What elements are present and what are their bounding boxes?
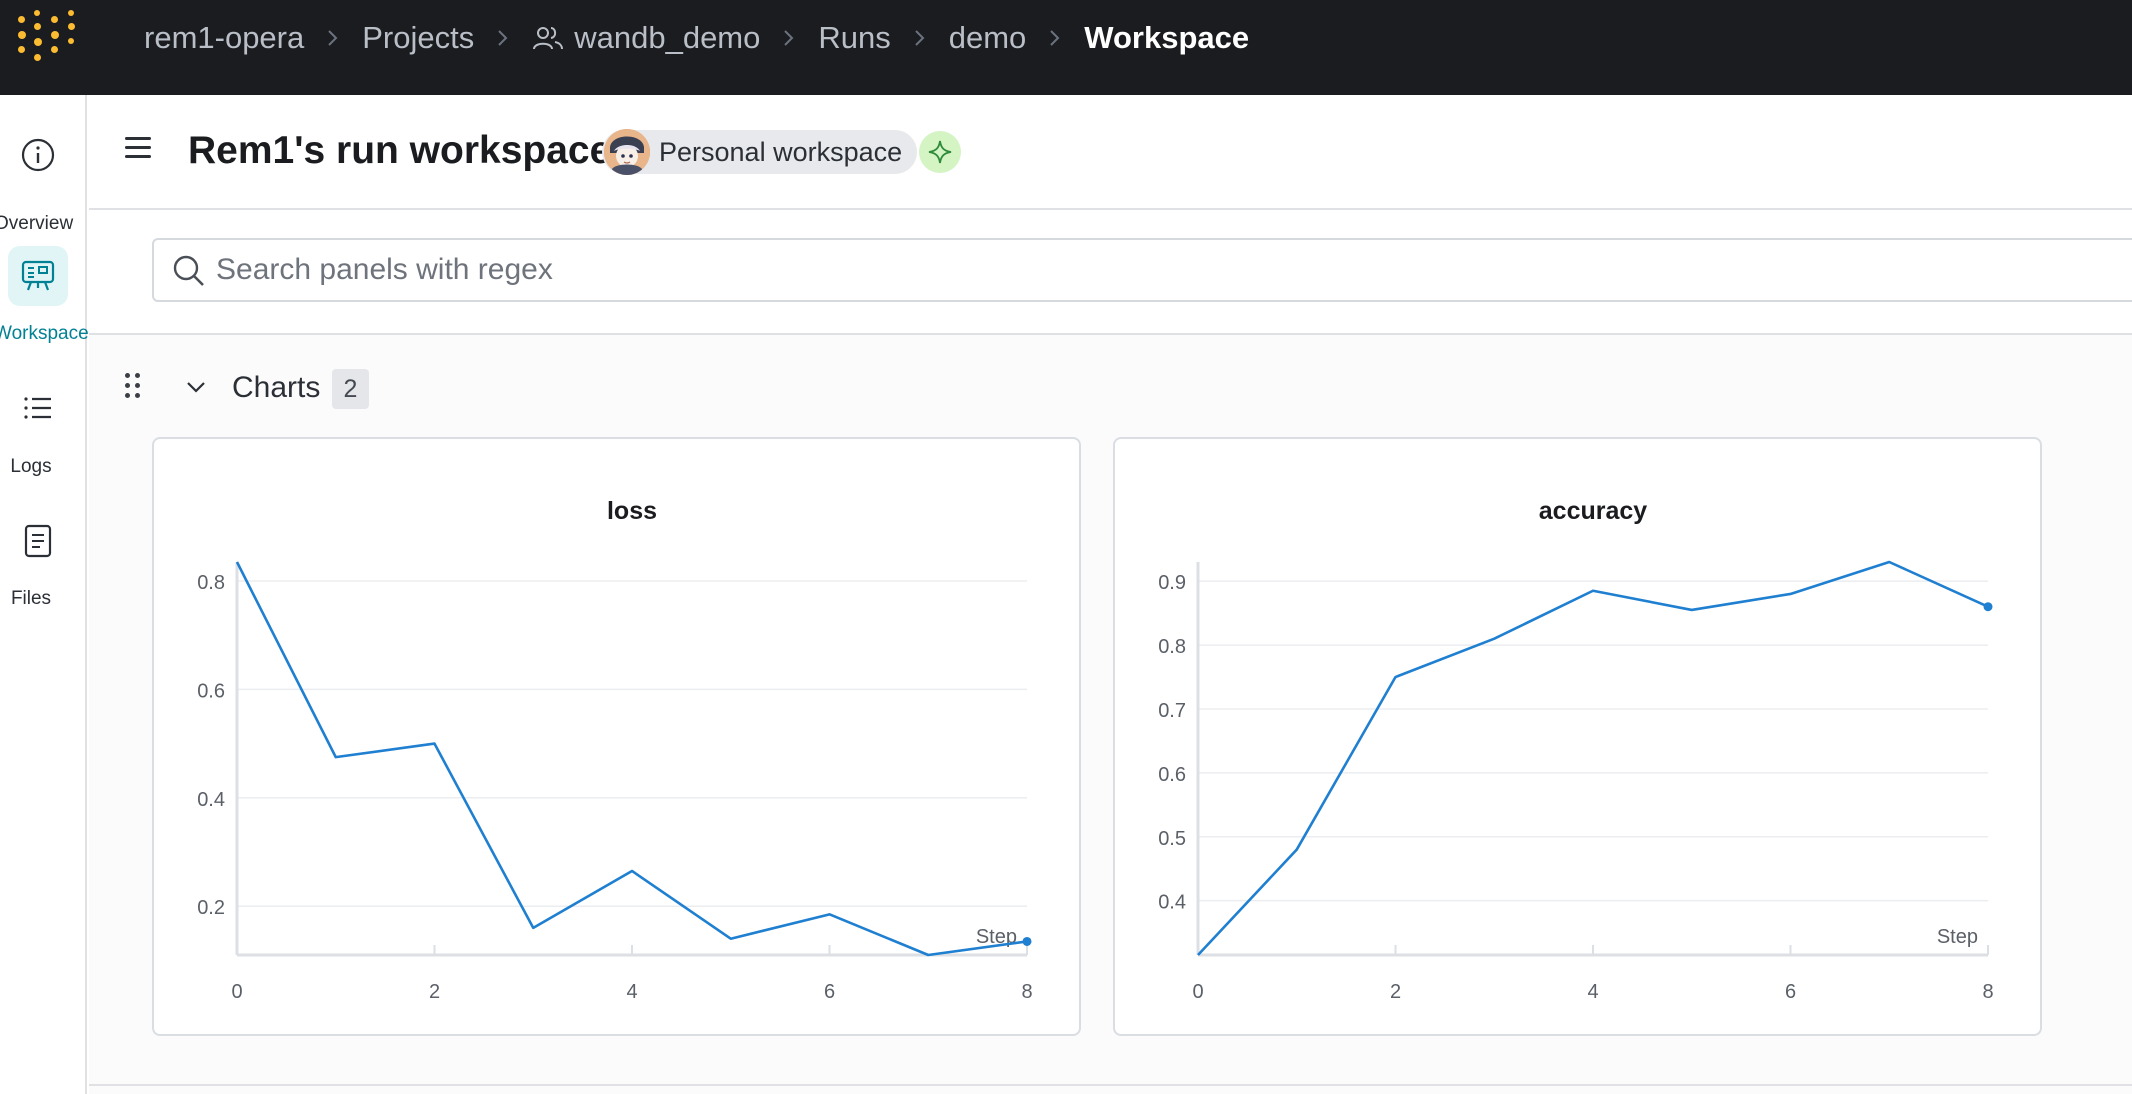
drag-handle-icon[interactable] — [125, 373, 143, 401]
loss-chart: loss0.20.40.60.80 2 4 6 8Step — [197, 497, 1032, 1003]
info-icon — [8, 125, 68, 185]
breadcrumb: rem1-opera Projects wandb_demo Runs demo… — [144, 0, 1249, 75]
panel-search — [152, 238, 2132, 302]
x-tick-label: 6 — [824, 981, 835, 1003]
breadcrumb-projects[interactable]: Projects — [362, 20, 474, 56]
y-tick-label: 0.4 — [197, 789, 225, 811]
series-line — [235, 561, 1028, 957]
sparkle-button[interactable] — [919, 131, 961, 173]
breadcrumb-runs[interactable]: Runs — [818, 20, 890, 56]
x-tick-label: 0 — [1192, 981, 1203, 1003]
x-tick-label: 8 — [1982, 981, 1993, 1003]
search-input[interactable] — [216, 248, 1616, 292]
x-tick-label: 8 — [1021, 981, 1032, 1003]
y-tick-label: 0.7 — [1158, 700, 1186, 722]
breadcrumb-current: Workspace — [1084, 19, 1250, 55]
workspace-header: Rem1's run workspace Personal workspace — [89, 95, 2132, 210]
y-tick-label: 0.2 — [197, 897, 225, 919]
search-icon — [172, 254, 206, 293]
divider — [89, 1084, 2132, 1086]
x-axis-label: Step — [1937, 926, 1978, 948]
y-tick-label: 0.6 — [1158, 764, 1186, 786]
chart-panel-accuracy[interactable]: accuracy 0.4 0.5 0.6 0.7 0.8 0.9 0 2 4 6 8 Step — [1113, 437, 2042, 1036]
section-header: Charts 2 — [89, 365, 889, 413]
section-count-badge: 2 — [332, 369, 369, 409]
nav-label-logs: Logs — [10, 456, 52, 477]
y-tick-label: 0.8 — [1158, 636, 1186, 658]
avatar — [604, 129, 650, 175]
x-tick-label: 6 — [1785, 981, 1796, 1003]
top-bar: rem1-opera Projects wandb_demo Runs demo… — [0, 0, 2132, 95]
nav-label-files: Files — [10, 588, 52, 609]
team-icon — [532, 24, 564, 52]
breadcrumb-project[interactable]: wandb_demo — [574, 20, 760, 56]
chart-title: accuracy — [1539, 497, 1648, 525]
y-tick-label: 0.8 — [197, 572, 225, 594]
x-tick-label: 0 — [231, 981, 242, 1003]
list-icon — [8, 379, 68, 439]
main-content: Rem1's run workspace Personal workspace — [89, 95, 2132, 1094]
workspace-selector[interactable]: Personal workspace — [602, 129, 918, 175]
workspace-label: Personal workspace — [659, 136, 903, 167]
x-tick-label: 2 — [1390, 981, 1401, 1003]
menu-icon[interactable] — [125, 137, 151, 159]
y-tick-label: 0.5 — [1158, 828, 1186, 850]
series-line — [1197, 560, 1989, 956]
page-title: Rem1's run workspace — [188, 129, 612, 172]
y-tick-label: 0.9 — [1158, 572, 1186, 594]
workspace-icon — [8, 246, 68, 306]
x-tick-label: 4 — [626, 981, 637, 1003]
series-end-point — [1983, 602, 1993, 612]
chevron-right-icon — [913, 28, 927, 48]
y-tick-label: 0.6 — [197, 680, 225, 702]
chevron-right-icon — [1048, 28, 1062, 48]
accuracy-chart: accuracy 0.4 0.5 0.6 0.7 0.8 0.9 0 2 4 6 8 Step — [1158, 497, 1993, 1003]
sparkle-icon — [928, 140, 952, 164]
x-tick-label: 2 — [429, 981, 440, 1003]
chevron-right-icon — [326, 28, 340, 48]
breadcrumb-run[interactable]: demo — [949, 20, 1027, 56]
section-title: Charts — [232, 371, 321, 404]
nav-label-overview: Overview — [0, 213, 74, 234]
nav-label-workspace: Workspace — [0, 323, 89, 344]
x-tick-label: 4 — [1587, 981, 1598, 1003]
chart-title: loss — [607, 497, 657, 525]
file-icon — [8, 511, 68, 571]
wandb-logo-icon[interactable] — [16, 10, 76, 61]
y-tick-label: 0.4 — [1158, 892, 1186, 914]
chevron-down-icon[interactable] — [184, 375, 208, 404]
chevron-right-icon — [782, 28, 796, 48]
left-nav: Overview Workspace Logs Files — [0, 95, 89, 1094]
series-end-point — [1022, 936, 1032, 946]
chevron-right-icon — [496, 28, 510, 48]
search-row — [89, 210, 2132, 335]
chart-panel-loss[interactable]: loss 0.2 0.4 0.6 0.8 0 2 4 6 8 Step — [152, 437, 1081, 1036]
breadcrumb-entity[interactable]: rem1-opera — [144, 20, 304, 56]
